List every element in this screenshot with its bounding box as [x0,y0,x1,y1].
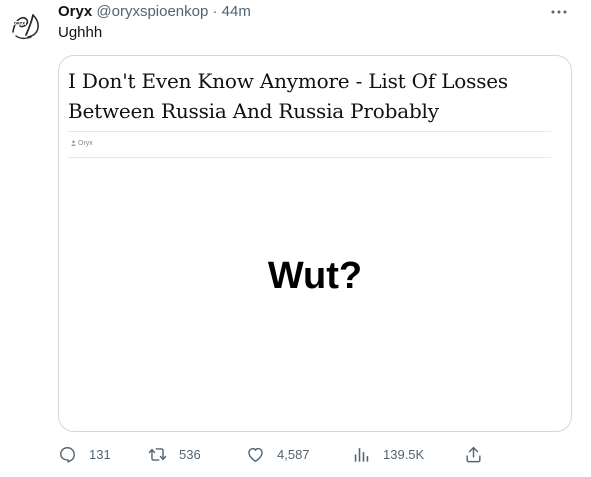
retweet-button[interactable]: 536 [148,442,201,466]
separator-dot: · [212,3,218,20]
retweet-icon [148,447,167,461]
reply-count: 131 [89,446,111,462]
divider [68,131,551,132]
user-handle[interactable]: @oryxspioenkop [96,3,208,20]
views-chart-icon [354,447,369,462]
share-button[interactable] [464,442,483,466]
like-button[interactable]: 4,587 [246,442,310,466]
retweet-count: 536 [179,446,201,462]
heart-icon [248,447,263,462]
views-button[interactable]: 139.5K [352,442,424,466]
tweet: ORYX Oryx @oryxspioenkop · 44m Ughhh I D… [0,0,591,477]
more-options-button[interactable] [549,2,569,22]
display-name[interactable]: Oryx [58,3,92,20]
link-card[interactable]: I Don't Even Know Anymore - List Of Loss… [58,55,572,432]
byline-author: Oryx [78,140,93,147]
avatar-logo-text: ORYX [14,21,25,25]
tweet-text: Ughhh [58,24,103,41]
oryx-logo-icon: ORYX [6,6,46,46]
avatar[interactable]: ORYX [6,6,46,46]
card-image-text: Wut? [267,255,363,297]
tweet-header: Oryx @oryxspioenkop · 44m [58,2,251,22]
timestamp[interactable]: 44m [222,3,251,20]
like-count: 4,587 [277,446,310,462]
divider [68,157,551,158]
ellipsis-icon [551,10,567,14]
article-byline: Oryx [71,140,93,147]
share-icon [466,446,481,462]
views-count: 139.5K [383,446,425,462]
tweet-actions: 131 536 4,587 139.5K [58,442,508,466]
article-title: I Don't Even Know Anymore - List Of Loss… [68,69,508,123]
reply-button[interactable]: 131 [58,442,111,466]
author-icon [71,140,76,146]
reply-icon [60,446,75,463]
